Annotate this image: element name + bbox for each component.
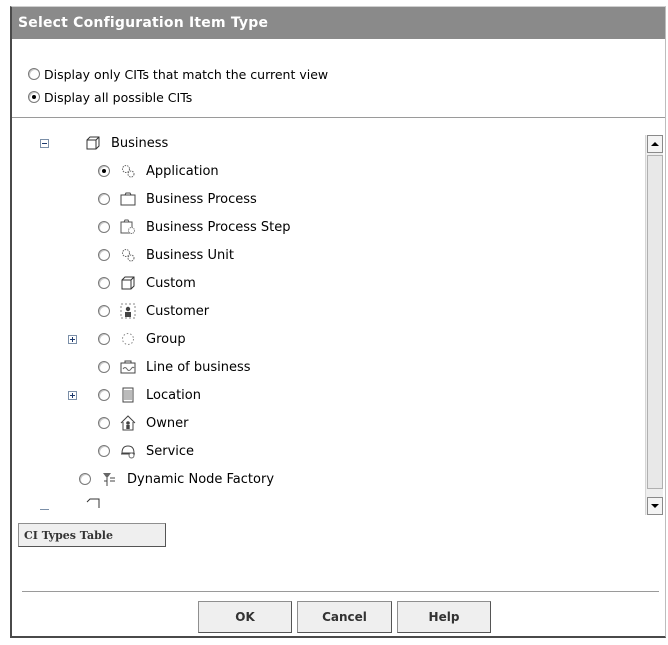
tree-node-business-process[interactable]: Business Process [98, 188, 257, 210]
tree-node-dynamic-node-factory[interactable]: Dynamic Node Factory [79, 468, 274, 490]
tree-node-application[interactable]: Application [98, 160, 219, 182]
tree-node-label: Business Unit [146, 247, 234, 263]
tree-node-line-of-business[interactable]: Line of business [98, 356, 251, 378]
tree-node-label: Dynamic Node Factory [127, 471, 275, 487]
tree-node-label: Service [146, 443, 195, 459]
tree-node-label: Owner [146, 415, 189, 431]
radio-owner[interactable] [98, 417, 110, 429]
tree-node-label: Line of business [146, 359, 251, 375]
group-icon [120, 331, 136, 347]
gears-icon [120, 163, 136, 179]
collapse-icon[interactable] [40, 138, 49, 148]
tree-node-partial [40, 496, 111, 510]
radio-all-cits[interactable] [28, 91, 40, 103]
option-current-view[interactable]: Display only CITs that match the current… [28, 65, 328, 83]
ci-types-table-button[interactable]: CI Types Table [18, 523, 166, 547]
radio-application[interactable] [98, 165, 110, 177]
scroll-up-button[interactable] [647, 135, 663, 153]
tree-node-business-unit[interactable]: Business Unit [98, 244, 234, 266]
scrollbar-thumb[interactable] [647, 155, 663, 489]
tree-node-business-process-step[interactable]: Business Process Step [98, 216, 291, 238]
cube-icon [120, 275, 136, 291]
tree-node-label: Customer [146, 303, 210, 319]
gears-icon [120, 247, 136, 263]
option-all-cits[interactable]: Display all possible CITs [28, 88, 192, 106]
radio-location[interactable] [98, 389, 110, 401]
tree-node-label: Location [146, 387, 201, 403]
separator [22, 591, 659, 592]
tree-node-label: Business Process [146, 191, 257, 207]
expand-icon[interactable] [68, 334, 77, 344]
option-current-view-label: Display only CITs that match the current… [44, 66, 329, 82]
radio-customer[interactable] [98, 305, 110, 317]
tree-scrollbar[interactable] [645, 135, 663, 515]
radio-dynamic-node-factory[interactable] [79, 473, 91, 485]
tree-node-label: Custom [146, 275, 196, 291]
tree-node-custom[interactable]: Custom [98, 272, 196, 294]
service-icon [120, 443, 136, 459]
briefcase-icon [120, 359, 136, 375]
tree-node-business[interactable]: Business [40, 132, 168, 154]
folder-icon [120, 191, 136, 207]
radio-line-of-business[interactable] [98, 361, 110, 373]
cube-icon [85, 497, 101, 510]
customer-icon [120, 303, 136, 319]
help-button[interactable]: Help [397, 601, 491, 633]
factory-icon [101, 471, 117, 487]
collapse-icon [40, 508, 49, 510]
tree-node-label: Group [146, 331, 186, 347]
tree-node-service[interactable]: Service [98, 440, 194, 462]
tree-node-label: Business [111, 135, 169, 151]
tree-node-label: Business Process Step [146, 219, 291, 235]
separator [12, 117, 665, 118]
building-icon [120, 387, 136, 403]
scroll-down-button[interactable] [647, 497, 663, 515]
expand-icon[interactable] [68, 390, 77, 400]
cancel-button[interactable]: Cancel [297, 601, 392, 633]
tree-node-group[interactable]: Group [68, 328, 186, 350]
tree-node-label: Application [146, 163, 219, 179]
tree-node-location[interactable]: Location [68, 384, 201, 406]
radio-service[interactable] [98, 445, 110, 457]
radio-business-process[interactable] [98, 193, 110, 205]
tree-node-customer[interactable]: Customer [98, 300, 209, 322]
ok-button[interactable]: OK [198, 601, 292, 633]
cit-tree: Business Application Business Process Bu… [26, 125, 666, 517]
option-all-cits-label: Display all possible CITs [44, 89, 193, 105]
radio-group[interactable] [98, 333, 110, 345]
select-cit-dialog: Select Configuration Item Type Display o… [10, 6, 666, 638]
radio-business-unit[interactable] [98, 249, 110, 261]
house-person-icon [120, 415, 136, 431]
cube-icon [85, 135, 101, 151]
tree-node-owner[interactable]: Owner [98, 412, 188, 434]
dialog-title: Select Configuration Item Type [12, 7, 665, 39]
process-step-icon [120, 219, 136, 235]
radio-business-process-step[interactable] [98, 221, 110, 233]
radio-current-view[interactable] [28, 68, 40, 80]
radio-custom[interactable] [98, 277, 110, 289]
